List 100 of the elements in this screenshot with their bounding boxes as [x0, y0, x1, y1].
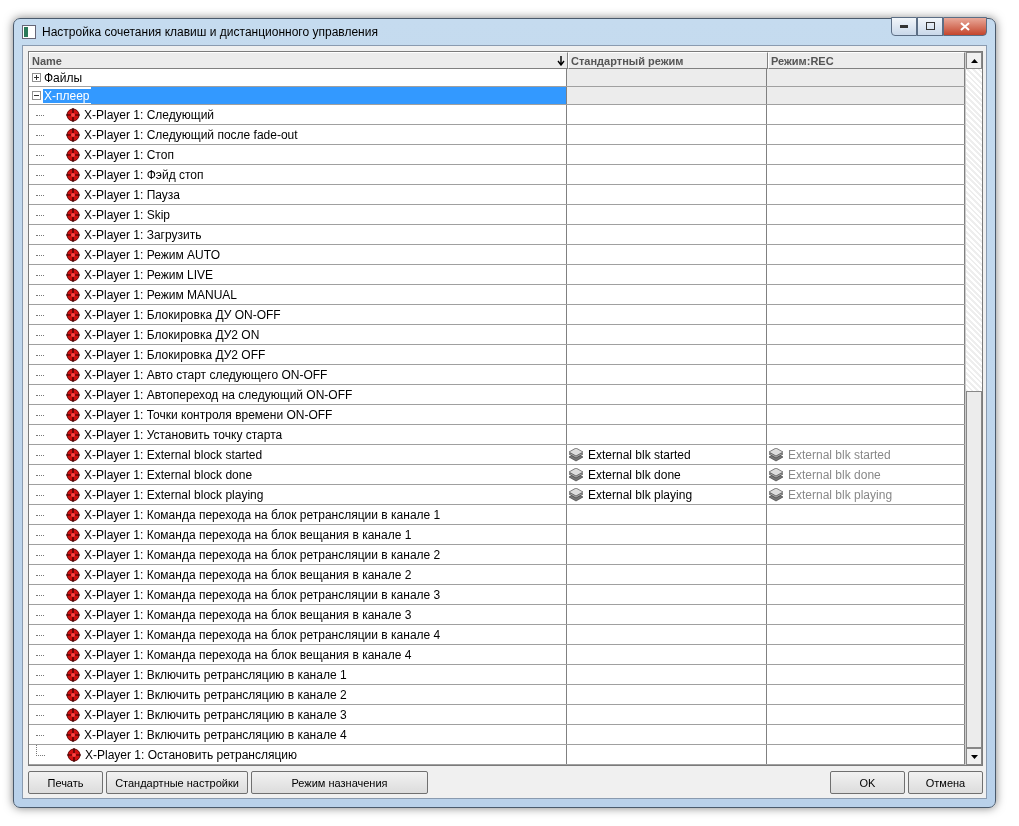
target-icon [66, 487, 80, 502]
scrollbar-thumb[interactable] [966, 391, 982, 748]
column-header[interactable]: Стандартный режим [568, 52, 768, 69]
target-icon [66, 147, 80, 162]
action-row[interactable]: X-Player 1: Включить ретрансляцию в канале 4 [29, 725, 965, 745]
action-name: X-Player 1: Команда перехода на блок ретрансляции в канале 4 [84, 627, 441, 642]
action-row[interactable]: X-Player 1: Пауза [29, 185, 965, 205]
action-name: X-Player 1: Блокировка ДУ2 OFF [84, 347, 266, 362]
action-row[interactable]: X-Player 1: Команда перехода на блок вещания в канале 2 [29, 565, 965, 585]
action-row[interactable]: X-Player 1: Блокировка ДУ ON-OFF [29, 305, 965, 325]
target-icon [66, 647, 80, 662]
target-icon [66, 707, 80, 722]
target-icon [66, 667, 80, 682]
action-row[interactable]: X-Player 1: Включить ретрансляцию в канале 1 [29, 665, 965, 685]
up-arrow-icon [970, 58, 978, 63]
column-header[interactable]: Name [29, 52, 568, 69]
target-icon [66, 727, 80, 742]
stack-icon [768, 487, 784, 502]
action-row[interactable]: X-Player 1: External block done External blk done External blk done [29, 465, 965, 485]
action-row[interactable]: X-Player 1: Включить ретрансляцию в канале 3 [29, 705, 965, 725]
stack-icon [568, 487, 584, 502]
action-row[interactable]: X-Player 1: Фэйд стоп [29, 165, 965, 185]
action-row[interactable]: X-Player 1: Остановить ретрансляцию [29, 745, 965, 765]
action-name: X-Player 1: Команда перехода на блок ретрансляции в канале 3 [84, 587, 441, 602]
window-title: Настройка сочетания клавиш и дистанционного управления [42, 25, 379, 39]
stack-icon [768, 467, 784, 482]
action-row[interactable]: X-Player 1: Команда перехода на блок ретрансляции в канале 3 [29, 585, 965, 605]
action-name: X-Player 1: Пауза [84, 187, 181, 202]
scroll-up-button[interactable] [966, 52, 982, 69]
action-row[interactable]: X-Player 1: Команда перехода на блок ретрансляции в канале 4 [29, 625, 965, 645]
action-name: X-Player 1: Блокировка ДУ2 ON [84, 327, 260, 342]
action-name: X-Player 1: External block playing [84, 487, 264, 502]
action-row[interactable]: X-Player 1: Точки контроля времени ON-OFF [29, 405, 965, 425]
action-row[interactable]: X-Player 1: Режим MANUAL [29, 285, 965, 305]
action-name: X-Player 1: Команда перехода на блок вещания в канале 2 [84, 567, 412, 582]
action-name: X-Player 1: Режим LIVE [84, 267, 214, 282]
action-row[interactable]: X-Player 1: Команда перехода на блок ретрансляции в канале 2 [29, 545, 965, 565]
shortcut-value: External blk done [788, 467, 881, 482]
maximize-button[interactable] [917, 16, 943, 36]
action-row[interactable]: X-Player 1: Включить ретрансляцию в канале 2 [29, 685, 965, 705]
action-row[interactable]: X-Player 1: Автопереход на следующий ON-OFF [29, 385, 965, 405]
dialog-button[interactable]: Отмена [908, 771, 983, 794]
maximize-icon [925, 22, 935, 30]
target-icon [67, 747, 81, 762]
scroll-down-button[interactable] [966, 748, 982, 765]
action-row[interactable]: X-Player 1: Следующий после fade-out [29, 125, 965, 145]
minimize-button[interactable] [891, 16, 917, 36]
action-name: X-Player 1: Команда перехода на блок ретрансляции в канале 1 [84, 507, 441, 522]
target-icon [66, 287, 80, 302]
target-icon [66, 607, 80, 622]
target-icon [66, 467, 80, 482]
action-name: X-Player 1: Фэйд стоп [84, 167, 204, 182]
shortcut-value: External blk done [588, 467, 681, 482]
target-icon [66, 107, 80, 122]
action-row[interactable]: X-Player 1: Загрузить [29, 225, 965, 245]
action-name: X-Player 1: Блокировка ДУ ON-OFF [84, 307, 281, 322]
target-icon [66, 167, 80, 182]
target-icon [66, 527, 80, 542]
window-icon [22, 25, 36, 39]
action-row[interactable]: X-Player 1: Блокировка ДУ2 ON [29, 325, 965, 345]
action-name: X-Player 1: Команда перехода на блок вещания в канале 4 [84, 647, 412, 662]
action-row[interactable]: X-Player 1: External block started External blk started External blk started [29, 445, 965, 465]
action-row[interactable]: X-Player 1: Skip [29, 205, 965, 225]
target-icon [66, 307, 80, 322]
action-row[interactable]: X-Player 1: Стоп [29, 145, 965, 165]
group-label[interactable]: Файлы [43, 70, 84, 85]
action-row[interactable]: X-Player 1: External block playing External blk playing External blk playing [29, 485, 965, 505]
dialog-button[interactable]: OK [830, 771, 905, 794]
close-icon [960, 21, 970, 31]
column-header[interactable]: Режим:REC [768, 52, 965, 69]
target-icon [66, 227, 80, 242]
dialog-button[interactable]: Стандартные настройки [106, 771, 248, 794]
target-icon [66, 567, 80, 582]
action-row[interactable]: X-Player 1: Режим AUTO [29, 245, 965, 265]
dialog-button[interactable]: Режим назначения [251, 771, 428, 794]
action-row[interactable]: X-Player 1: Авто старт следующего ON-OFF [29, 365, 965, 385]
action-row[interactable]: X-Player 1: Команда перехода на блок вещания в канале 3 [29, 605, 965, 625]
action-name: X-Player 1: Следующий [84, 107, 215, 122]
close-button[interactable] [943, 16, 987, 36]
dialog-button[interactable]: Печать [28, 771, 103, 794]
action-name: X-Player 1: Skip [84, 207, 171, 222]
action-row[interactable]: X-Player 1: Режим LIVE [29, 265, 965, 285]
action-row[interactable]: X-Player 1: Команда перехода на блок ретрансляции в канале 1 [29, 505, 965, 525]
action-row[interactable]: X-Player 1: Следующий [29, 105, 965, 125]
action-row[interactable]: X-Player 1: Блокировка ДУ2 OFF [29, 345, 965, 365]
target-icon [66, 447, 80, 462]
target-icon [66, 247, 80, 262]
tree-group-row[interactable]: Файлы [29, 69, 965, 87]
action-row[interactable]: X-Player 1: Установить точку старта [29, 425, 965, 445]
down-arrow-icon [970, 754, 978, 759]
action-name: X-Player 1: Команда перехода на блок ретрансляции в канале 2 [84, 547, 441, 562]
expand-toggle[interactable] [32, 73, 41, 82]
action-name: X-Player 1: Включить ретрансляцию в канале 3 [84, 707, 347, 722]
target-icon [66, 187, 80, 202]
sort-arrow-icon [557, 55, 565, 66]
collapse-toggle[interactable] [32, 91, 41, 100]
action-row[interactable]: X-Player 1: Команда перехода на блок вещания в канале 1 [29, 525, 965, 545]
action-row[interactable]: X-Player 1: Команда перехода на блок вещания в канале 4 [29, 645, 965, 665]
target-icon [66, 627, 80, 642]
target-icon [66, 127, 80, 142]
